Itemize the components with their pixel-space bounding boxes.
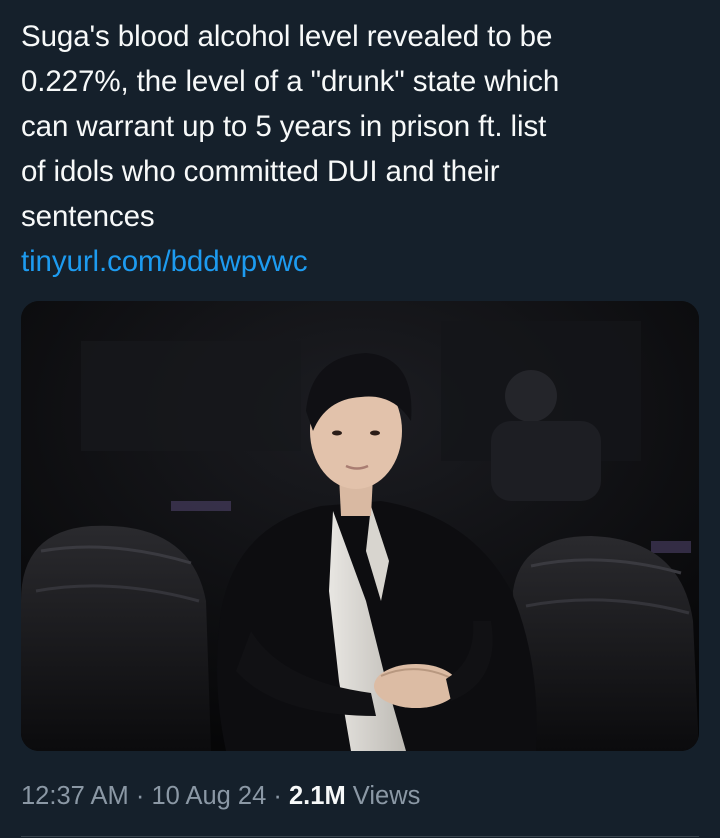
tweet-meta: 12:37 AM · 10 Aug 24 · 2.1M Views — [21, 779, 420, 813]
tweet-text-line: of idols who committed DUI and their — [21, 155, 500, 188]
tweet-link[interactable]: tinyurl.com/bddwpvwc — [21, 239, 701, 284]
tweet-text: Suga's blood alcohol level revealed to b… — [21, 14, 701, 284]
divider — [21, 836, 699, 837]
views-label: Views — [352, 782, 421, 810]
views-count: 2.1M — [289, 782, 346, 810]
tweet-text-line: Suga's blood alcohol level revealed to b… — [21, 20, 553, 53]
tweet-date[interactable]: 10 Aug 24 — [151, 782, 266, 810]
tweet-text-line: 0.227%, the level of a "drunk" state whi… — [21, 65, 560, 98]
tweet-text-line: can warrant up to 5 years in prison ft. … — [21, 110, 547, 143]
tweet-media-photo[interactable] — [21, 301, 699, 751]
photo-image — [21, 301, 699, 751]
meta-separator: · — [273, 782, 282, 810]
meta-separator: · — [135, 782, 145, 810]
tweet: Suga's blood alcohol level revealed to b… — [0, 0, 720, 838]
tweet-text-line: sentences — [21, 200, 155, 233]
tweet-time[interactable]: 12:37 AM — [21, 782, 129, 810]
